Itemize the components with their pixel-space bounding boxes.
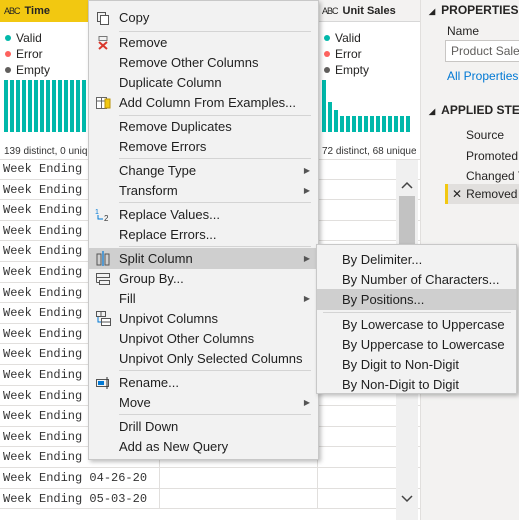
table-row[interactable]: Week Ending 04-26-20 — [0, 467, 420, 489]
submenu-arrow-icon: ▶ — [303, 294, 310, 303]
scroll-up-button[interactable] — [396, 174, 418, 196]
quality-empty: Empty — [322, 62, 369, 78]
menu-item-split-column[interactable]: Split Column ▶ — [89, 248, 318, 269]
menu-item-copy[interactable]: Copy — [89, 7, 318, 28]
step-changed-type[interactable]: Changed Type — [445, 166, 519, 186]
menu-separator — [119, 370, 311, 371]
menu-item-rename[interactable]: Rename... — [89, 372, 318, 393]
column-header-unit-sales[interactable]: ABC Unit Sales — [318, 0, 420, 22]
add-column-examples-icon — [95, 95, 111, 110]
menu-item-move[interactable]: Move ▶ — [89, 392, 318, 413]
menu-separator — [119, 158, 311, 159]
table-row[interactable]: Week Ending 05-03-20 — [0, 488, 420, 510]
submenu-arrow-icon: ▶ — [303, 254, 310, 263]
collapse-triangle-icon: ◢ — [429, 7, 436, 16]
quality-empty: Empty — [3, 62, 50, 78]
applied-steps-header[interactable]: ◢APPLIED STEPS — [429, 103, 519, 117]
submenu-arrow-icon: ▶ — [303, 166, 310, 175]
submenu-item-by-non-digit-to-digit[interactable]: By Non-Digit to Digit — [317, 374, 516, 395]
submenu-item-by-delimiter[interactable]: By Delimiter... — [317, 249, 516, 270]
quality-error: Error — [322, 46, 369, 62]
submenu-arrow-icon: ▶ — [303, 186, 310, 195]
step-promoted-headers[interactable]: Promoted Headers — [445, 146, 519, 166]
submenu-arrow-icon: ▶ — [303, 398, 310, 407]
menu-item-fill[interactable]: Fill ▶ — [89, 288, 318, 309]
menu-separator — [119, 202, 311, 203]
cell-time[interactable]: Week Ending 05-03-20 — [0, 488, 160, 509]
step-source[interactable]: Source — [445, 125, 519, 145]
menu-item-unpivot-columns[interactable]: Unpivot Columns — [89, 308, 318, 329]
svg-text:1: 1 — [95, 209, 99, 216]
distribution-chart-unit-sales — [322, 80, 410, 132]
menu-item-group-by[interactable]: Group By... — [89, 268, 318, 289]
quality-valid: Valid — [322, 30, 369, 46]
column-context-menu: Copy Remove Remove Other Columns Duplica… — [88, 0, 319, 460]
remove-icon — [95, 35, 111, 50]
step-removed-columns[interactable]: ✕Removed Columns — [445, 184, 519, 204]
menu-item-transform[interactable]: Transform ▶ — [89, 180, 318, 201]
submenu-item-by-number-of-characters[interactable]: By Number of Characters... — [317, 269, 516, 290]
properties-header[interactable]: ◢ PROPERTIES — [429, 3, 519, 17]
menu-item-remove[interactable]: Remove — [89, 32, 318, 53]
scroll-down-button[interactable] — [396, 488, 418, 510]
menu-item-drill-down[interactable]: Drill Down — [89, 416, 318, 437]
unpivot-icon — [95, 311, 111, 326]
menu-item-add-column-from-examples[interactable]: Add Column From Examples... — [89, 92, 318, 113]
menu-item-unpivot-only-selected-columns[interactable]: Unpivot Only Selected Columns — [89, 348, 318, 369]
copy-icon — [95, 10, 111, 25]
menu-item-remove-other-columns[interactable]: Remove Other Columns — [89, 52, 318, 73]
chevron-up-icon — [401, 181, 413, 189]
split-column-submenu: By Delimiter... By Number of Characters.… — [316, 244, 517, 394]
distribution-chart-time — [4, 80, 86, 132]
menu-item-change-type[interactable]: Change Type ▶ — [89, 160, 318, 181]
menu-item-replace-values[interactable]: 12 Replace Values... — [89, 204, 318, 225]
column-name: Unit Sales — [342, 4, 396, 17]
cell-time[interactable]: Week Ending 04-26-20 — [0, 467, 160, 488]
submenu-item-by-lowercase-to-uppercase[interactable]: By Lowercase to Uppercase — [317, 314, 516, 335]
menu-item-unpivot-other-columns[interactable]: Unpivot Other Columns — [89, 328, 318, 349]
text-type-icon: ABC — [4, 6, 20, 16]
group-by-icon — [95, 271, 111, 286]
collapse-triangle-icon: ◢ — [429, 107, 436, 116]
distribution-caption-unit-sales: 72 distinct, 68 unique — [322, 146, 416, 157]
name-label: Name — [447, 24, 480, 38]
replace-values-icon: 12 — [95, 207, 111, 222]
menu-separator — [119, 414, 311, 415]
rename-icon — [95, 375, 111, 390]
quality-error: Error — [3, 46, 50, 62]
split-column-icon — [95, 251, 111, 266]
distribution-caption-time: 139 distinct, 0 unique — [4, 146, 90, 157]
cell-empty[interactable] — [160, 467, 318, 488]
submenu-item-by-digit-to-non-digit[interactable]: By Digit to Non-Digit — [317, 354, 516, 375]
menu-item-duplicate-column[interactable]: Duplicate Column — [89, 72, 318, 93]
menu-item-add-as-new-query[interactable]: Add as New Query — [89, 436, 318, 457]
menu-separator — [323, 312, 511, 313]
query-name-input[interactable] — [445, 40, 519, 62]
menu-item-remove-errors[interactable]: Remove Errors — [89, 136, 318, 157]
quality-valid: Valid — [3, 30, 50, 46]
menu-separator — [119, 246, 311, 247]
chevron-down-icon — [401, 495, 413, 503]
delete-step-icon[interactable]: ✕ — [452, 187, 462, 201]
column-quality-time: Valid Error Empty — [3, 30, 50, 78]
menu-item-remove-duplicates[interactable]: Remove Duplicates — [89, 116, 318, 137]
column-quality-unit-sales: Valid Error Empty — [322, 30, 369, 78]
text-type-icon: ABC — [322, 5, 338, 16]
column-name: Time — [24, 5, 50, 17]
submenu-item-by-positions[interactable]: By Positions... — [317, 289, 516, 310]
svg-text:2: 2 — [104, 214, 109, 222]
all-properties-link[interactable]: All Properties — [447, 69, 518, 83]
submenu-item-by-uppercase-to-lowercase[interactable]: By Uppercase to Lowercase — [317, 334, 516, 355]
cell-empty[interactable] — [160, 488, 318, 509]
menu-item-replace-errors[interactable]: Replace Errors... — [89, 224, 318, 245]
